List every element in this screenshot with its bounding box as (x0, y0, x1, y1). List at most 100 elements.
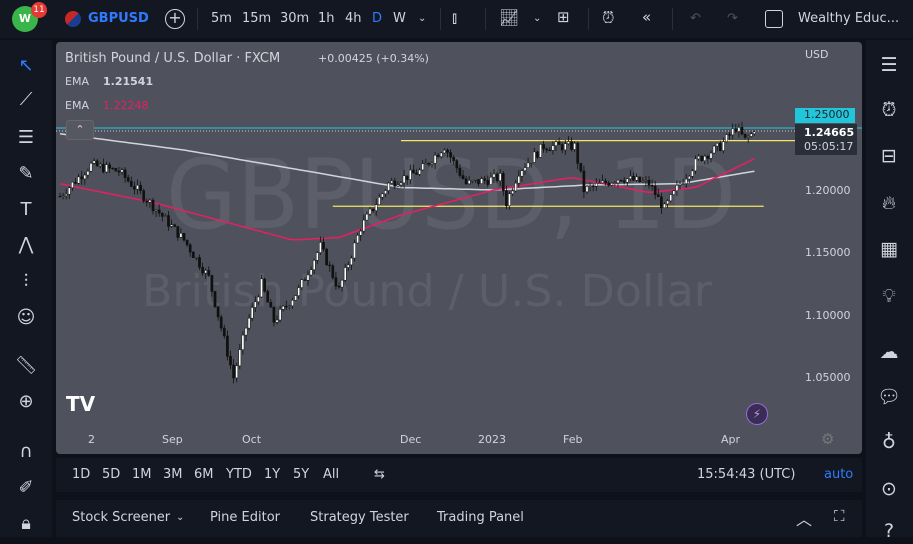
broadcast-icon[interactable]: ♁ (876, 429, 902, 455)
candle-body (560, 144, 564, 151)
fullscreen-icon[interactable]: ⛶ (834, 507, 845, 525)
candle-body (408, 169, 412, 180)
watchlist-icon[interactable]: ☰ (876, 52, 902, 78)
ema1-value: 1.21541 (103, 75, 154, 88)
brush-icon[interactable]: ✎ (14, 162, 38, 186)
alert-icon[interactable]: ⏰︎ (602, 8, 614, 28)
ideas-icon[interactable]: 💡︎ (876, 283, 902, 309)
chevron-down-icon[interactable]: ⌄ (176, 512, 184, 523)
tab-stock-screener[interactable]: Stock Screener (72, 510, 170, 525)
hotlist-icon[interactable]: 🔥︎ (876, 190, 902, 216)
layouts-icon[interactable]: ⊞ (557, 8, 570, 26)
tradingview-logo: TV (66, 392, 96, 416)
candle-body (384, 190, 387, 195)
tab-trading-panel[interactable]: Trading Panel (437, 510, 524, 525)
interval-4h[interactable]: 4h (345, 11, 362, 26)
chart-pane[interactable]: GBPUSD, 1D British Pound / U.S. Dollar B… (56, 42, 862, 454)
candle-body (405, 175, 409, 180)
range-ytd[interactable]: YTD (226, 467, 252, 482)
candle-body (74, 181, 77, 184)
candle-body (582, 170, 586, 193)
range-1m[interactable]: 1M (132, 467, 152, 482)
currency-selector[interactable]: USD (805, 48, 829, 61)
layout-name[interactable]: Wealthy Educ... (798, 11, 899, 26)
candle-body (585, 186, 589, 193)
chevron-down-icon[interactable]: ⌄ (418, 13, 426, 24)
collapse-legend-button[interactable]: ⌃ (66, 120, 94, 140)
calendar-icon[interactable]: ▦ (876, 236, 902, 262)
text-icon[interactable]: T (14, 198, 38, 222)
candle-body (613, 182, 617, 184)
zoom-icon[interactable]: ⊕ (14, 390, 38, 414)
candle-body (734, 128, 738, 132)
stream-icon[interactable]: ⊙ (876, 476, 902, 502)
interval-d[interactable]: D (372, 11, 382, 26)
date-range-icon[interactable]: ⇆ (374, 467, 385, 482)
indicators-icon[interactable]: 📈︎ (499, 8, 519, 27)
interval-15m[interactable]: 15m (242, 11, 271, 26)
range-6m[interactable]: 6M (194, 467, 214, 482)
interval-30m[interactable]: 30m (280, 11, 309, 26)
candle-body (210, 275, 214, 292)
cloud-icon[interactable]: ☁︎ (876, 339, 902, 365)
candle-body (272, 307, 276, 323)
interval-5m[interactable]: 5m (211, 11, 232, 26)
range-1y[interactable]: 1Y (264, 467, 280, 482)
collapse-panel-icon[interactable]: ︿ (796, 506, 812, 530)
ruler-icon[interactable]: 📏︎ (14, 354, 38, 378)
candle-body (517, 175, 521, 184)
horizontal-lines-icon[interactable]: ☰ (14, 126, 38, 150)
cursor-icon[interactable]: ↖ (14, 54, 38, 78)
candle-body (241, 334, 245, 350)
candle-body (229, 356, 232, 366)
magnet-icon[interactable]: ∩ (14, 440, 38, 464)
trendline-icon[interactable]: ⟋ (14, 88, 38, 112)
interval-1h[interactable]: 1h (318, 11, 335, 26)
lightning-icon[interactable]: ⚡︎ (746, 403, 768, 425)
candle-body (368, 208, 372, 215)
time-tick: Feb (563, 433, 583, 446)
tab-strategy-tester[interactable]: Strategy Tester (310, 510, 409, 525)
candle-body (77, 176, 80, 184)
alert-price-label[interactable]: 1.25000 (795, 108, 855, 123)
clock[interactable]: 15:54:43 (UTC) (697, 467, 795, 482)
range-all[interactable]: All (323, 467, 339, 482)
candle-body (455, 160, 459, 169)
auto-scale-button[interactable]: auto (824, 467, 853, 482)
chat-icon[interactable]: 💬︎ (876, 384, 902, 410)
candle-body (191, 251, 195, 258)
lock-icon[interactable]: 🔒︎ (14, 512, 38, 536)
candle-body (213, 291, 217, 307)
settings-icon[interactable]: ⚙︎ (821, 430, 834, 448)
chevron-down-icon[interactable]: ⌄ (533, 13, 541, 24)
candle-body (722, 141, 725, 151)
replay-icon[interactable]: « (642, 8, 651, 26)
add-list-icon[interactable]: ⊟ (876, 143, 902, 169)
pattern-icon[interactable]: ⋀ (14, 233, 38, 257)
alarm-icon[interactable]: ⏰︎ (876, 97, 902, 123)
undo-icon[interactable]: ↶ (690, 11, 701, 26)
flag-icon (65, 11, 81, 27)
candle-body (381, 193, 384, 198)
candle-type-icon[interactable]: ⫾ (452, 8, 457, 28)
emoji-icon[interactable]: ☺ (14, 306, 38, 330)
range-3m[interactable]: 3M (163, 467, 183, 482)
add-symbol-icon[interactable]: + (165, 9, 185, 29)
help-icon[interactable]: ? (876, 518, 902, 544)
symbol-search[interactable]: GBPUSD (88, 11, 149, 26)
candle-body (71, 181, 74, 189)
range-5d[interactable]: 5D (102, 467, 120, 482)
lock-drawing-icon[interactable]: ✐ (14, 476, 38, 500)
checkbox-icon[interactable] (765, 10, 783, 28)
candle-body (300, 279, 304, 288)
interval-w[interactable]: W (393, 11, 406, 26)
range-5y[interactable]: 5Y (293, 467, 309, 482)
forecast-icon[interactable]: ⫶ (14, 270, 38, 294)
candle-body (98, 164, 102, 167)
tab-pine-editor[interactable]: Pine Editor (210, 510, 280, 525)
redo-icon[interactable]: ↷ (727, 11, 738, 26)
price-chart[interactable]: GBPUSD, 1D British Pound / U.S. Dollar (56, 42, 862, 454)
candle-body (433, 155, 437, 164)
range-1d[interactable]: 1D (72, 467, 90, 482)
candle-body (337, 285, 341, 288)
